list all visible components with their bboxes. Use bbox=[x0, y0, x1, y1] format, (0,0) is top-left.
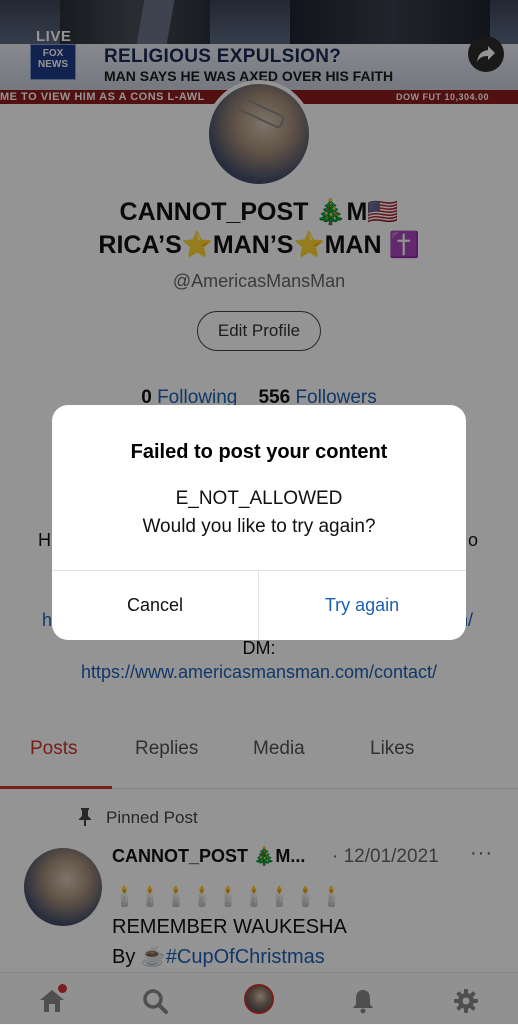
dialog-title: Failed to post your content bbox=[130, 441, 388, 463]
dialog-message: E_NOT_ALLOWED Would you like to try agai… bbox=[52, 485, 466, 541]
try-again-button[interactable]: Try again bbox=[259, 571, 465, 640]
dialog-error-code: E_NOT_ALLOWED bbox=[175, 488, 343, 509]
cancel-button[interactable]: Cancel bbox=[52, 571, 258, 640]
dialog-question: Would you like to try again? bbox=[142, 516, 376, 537]
error-dialog: Failed to post your content E_NOT_ALLOWE… bbox=[52, 405, 466, 640]
